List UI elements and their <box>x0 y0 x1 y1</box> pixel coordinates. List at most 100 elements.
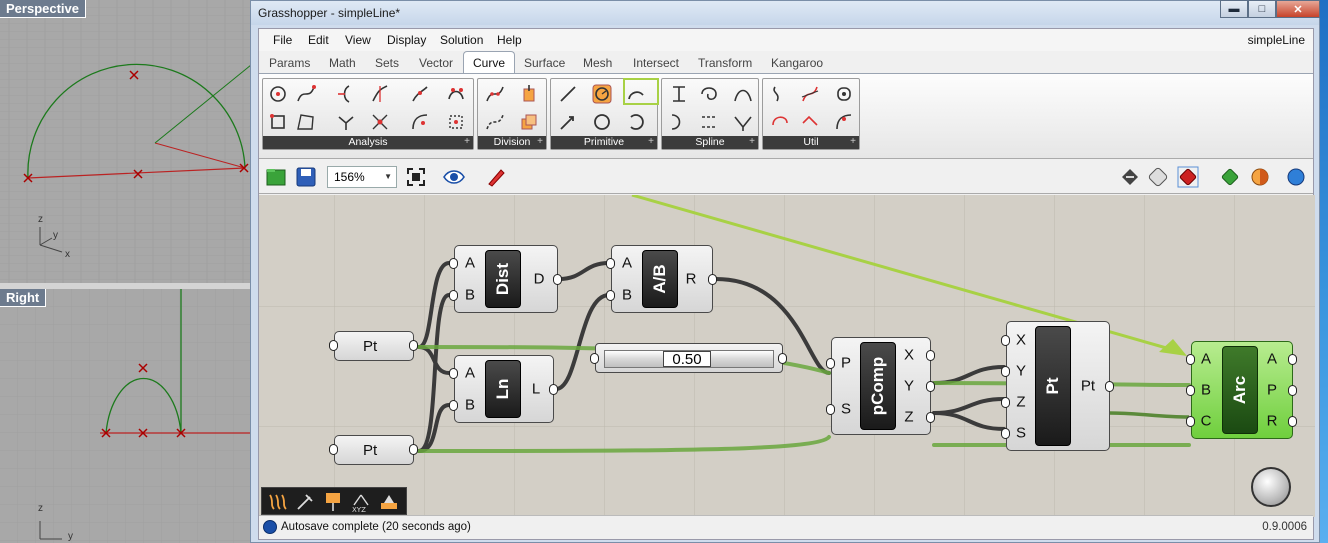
flip-curve-icon[interactable] <box>799 111 821 133</box>
input-port[interactable] <box>1186 354 1195 365</box>
eraser-icon[interactable] <box>378 491 400 513</box>
tab-kangaroo[interactable]: Kangaroo <box>771 56 823 70</box>
offset-icon[interactable] <box>769 83 791 105</box>
polyline-icon[interactable] <box>732 111 754 133</box>
output-port[interactable] <box>1288 416 1297 427</box>
input-port[interactable] <box>1186 416 1195 427</box>
close-button[interactable]: ✕ <box>1276 0 1320 18</box>
box-corner-icon[interactable] <box>267 111 289 133</box>
input-port[interactable] <box>1001 428 1010 439</box>
input-port[interactable] <box>1001 335 1010 346</box>
param-input-port[interactable] <box>329 444 338 455</box>
divide-curve-icon[interactable] <box>484 83 506 105</box>
bake-icon[interactable] <box>1219 166 1241 188</box>
xyz-icon[interactable]: XYZ <box>350 491 372 514</box>
curve-on-surface-icon[interactable] <box>698 83 720 105</box>
input-port[interactable] <box>449 368 458 379</box>
tab-surface[interactable]: Surface <box>524 56 565 70</box>
material-sphere-icon[interactable] <box>1249 166 1271 188</box>
viewport-perspective[interactable]: Perspective z y x <box>0 0 251 283</box>
output-port[interactable] <box>926 412 935 423</box>
curve-end-icon[interactable] <box>295 83 317 105</box>
slider-input-port[interactable] <box>590 353 599 364</box>
ribbon-group-label[interactable]: Util <box>763 135 859 149</box>
viewport-title[interactable]: Right <box>0 289 47 307</box>
curve-closest-icon[interactable] <box>335 83 357 105</box>
point-param-2[interactable]: Pt <box>334 435 414 465</box>
render-sphere-icon[interactable] <box>1285 166 1307 188</box>
ribbon-group-label[interactable]: Division <box>478 135 546 149</box>
arc-sed-icon[interactable] <box>625 111 647 133</box>
fillet-icon[interactable] <box>799 83 821 105</box>
wire-icon[interactable] <box>266 491 288 513</box>
output-port[interactable] <box>708 274 717 285</box>
input-port[interactable] <box>449 400 458 411</box>
param-input-port[interactable] <box>329 340 338 351</box>
evaluate-icon[interactable] <box>267 83 289 105</box>
interpolate-icon[interactable] <box>732 83 754 105</box>
output-port[interactable] <box>1105 381 1114 392</box>
input-port[interactable] <box>1186 385 1195 396</box>
menu-help[interactable]: Help <box>497 33 522 47</box>
curvature-icon[interactable] <box>409 111 431 133</box>
menu-display[interactable]: Display <box>387 33 426 47</box>
tangent-icon[interactable] <box>409 83 431 105</box>
viewport-title[interactable]: Perspective <box>0 0 86 18</box>
number-slider[interactable]: 0.50 <box>595 343 783 373</box>
maximize-button[interactable]: □ <box>1248 0 1276 18</box>
derivatives-icon[interactable] <box>369 83 391 105</box>
output-port[interactable] <box>1288 354 1297 365</box>
contour-planes-icon[interactable] <box>518 111 540 133</box>
open-file-icon[interactable] <box>265 166 287 188</box>
output-port[interactable] <box>926 381 935 392</box>
nurbs-curve-icon[interactable] <box>698 111 720 133</box>
tab-mesh[interactable]: Mesh <box>583 56 612 70</box>
tab-params[interactable]: Params <box>269 56 310 70</box>
output-port[interactable] <box>549 384 558 395</box>
ribbon-group-label[interactable]: Primitive <box>551 135 657 149</box>
tab-transform[interactable]: Transform <box>698 56 752 70</box>
tab-sets[interactable]: Sets <box>375 56 399 70</box>
menu-view[interactable]: View <box>345 33 371 47</box>
display-selected-icon[interactable] <box>1177 166 1199 188</box>
tab-vector[interactable]: Vector <box>419 56 453 70</box>
tab-math[interactable]: Math <box>329 56 356 70</box>
preview-eye-icon[interactable] <box>443 166 465 188</box>
output-port[interactable] <box>926 350 935 361</box>
zoom-dropdown[interactable]: 156% <box>327 166 397 188</box>
kinky-curve-icon[interactable] <box>668 111 690 133</box>
input-port[interactable] <box>826 358 835 369</box>
dash-pattern-icon[interactable] <box>484 111 506 133</box>
display-shaded-icon[interactable] <box>1147 166 1169 188</box>
gh-canvas[interactable]: Pt Pt Dist A B D Ln A B L A/B A B R 0.50… <box>259 195 1315 517</box>
title-bar[interactable]: Grasshopper - simpleLine* ▬ □ ✕ <box>251 0 1320 25</box>
line-sdl-icon[interactable] <box>557 111 579 133</box>
join-curves-icon[interactable] <box>769 111 791 133</box>
display-wire-icon[interactable] <box>1119 166 1141 188</box>
input-port[interactable] <box>449 290 458 301</box>
save-file-icon[interactable] <box>295 166 317 188</box>
deconstruct-point-component[interactable]: pComp <box>831 337 931 435</box>
ribbon-group-label[interactable]: Analysis <box>263 135 473 149</box>
curve-proximity-icon[interactable] <box>369 111 391 133</box>
tab-curve[interactable]: Curve <box>463 51 516 74</box>
input-port[interactable] <box>606 290 615 301</box>
slider-output-port[interactable] <box>778 353 787 364</box>
slider-value[interactable]: 0.50 <box>663 351 711 367</box>
pick-icon[interactable] <box>294 491 316 513</box>
contour-icon[interactable] <box>518 83 540 105</box>
ribbon-group-label[interactable]: Spline <box>662 135 758 149</box>
zoom-extents-icon[interactable] <box>405 166 427 188</box>
navigation-compass-icon[interactable] <box>1251 467 1291 507</box>
sketch-pen-icon[interactable] <box>485 166 507 188</box>
input-port[interactable] <box>1001 397 1010 408</box>
output-port[interactable] <box>553 274 562 285</box>
slider-track[interactable]: 0.50 <box>604 350 774 368</box>
line-icon[interactable] <box>557 83 579 105</box>
grasshopper-window[interactable]: Grasshopper - simpleLine* ▬ □ ✕ File Edi… <box>250 0 1320 543</box>
polygon-center-icon[interactable] <box>445 111 467 133</box>
control-points-icon[interactable] <box>295 111 317 133</box>
input-port[interactable] <box>606 258 615 269</box>
menu-solution[interactable]: Solution <box>440 33 483 47</box>
discontinuity-icon[interactable] <box>445 83 467 105</box>
